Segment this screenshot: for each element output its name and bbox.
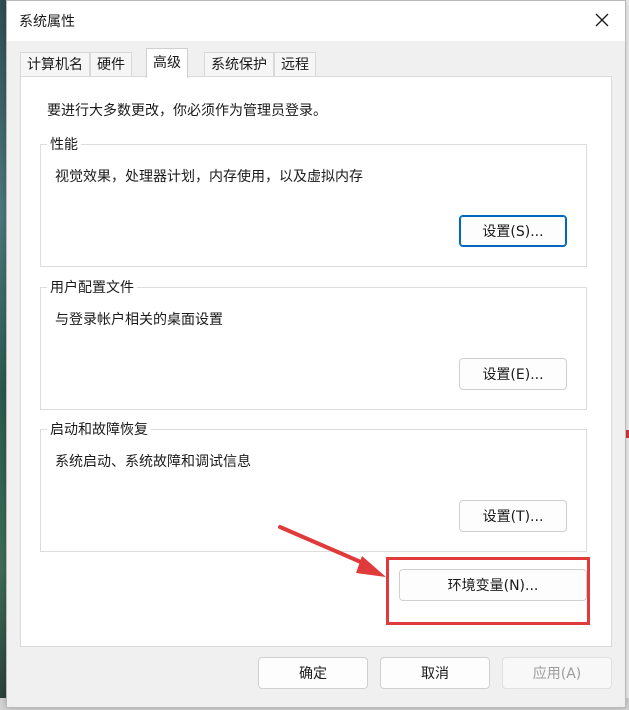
close-icon [595, 13, 609, 27]
ok-button[interactable]: 确定 [258, 657, 368, 689]
cancel-button[interactable]: 取消 [380, 657, 490, 689]
performance-description: 视觉效果，处理器计划，内存使用，以及虚拟内存 [55, 169, 363, 185]
performance-group-label: 性能 [47, 134, 81, 154]
user-profiles-group: 用户配置文件 与登录帐户相关的桌面设置 设置(E)... [40, 277, 587, 410]
tab-computer-name[interactable]: 计算机名 [20, 52, 90, 77]
startup-recovery-description: 系统启动、系统故障和调试信息 [55, 454, 251, 470]
user-profiles-description: 与登录帐户相关的桌面设置 [55, 312, 223, 328]
close-button[interactable] [579, 1, 625, 39]
window-title: 系统属性 [19, 14, 75, 30]
user-profiles-settings-button[interactable]: 设置(E)... [459, 358, 567, 390]
startup-recovery-group: 启动和故障恢复 系统启动、系统故障和调试信息 设置(T)... [40, 419, 587, 552]
startup-recovery-group-label: 启动和故障恢复 [47, 419, 151, 439]
admin-notice: 要进行大多数更改，你必须作为管理员登录。 [47, 103, 327, 119]
startup-recovery-settings-button[interactable]: 设置(T)... [459, 500, 567, 532]
tab-hardware[interactable]: 硬件 [90, 52, 132, 77]
title-bar: 系统属性 [7, 1, 625, 41]
tab-system-protection[interactable]: 系统保护 [204, 52, 274, 77]
apply-button[interactable]: 应用(A) [502, 657, 612, 689]
user-profiles-group-label: 用户配置文件 [47, 277, 137, 297]
tab-advanced[interactable]: 高级 [146, 48, 188, 78]
performance-settings-button[interactable]: 设置(S)... [459, 215, 567, 247]
performance-group: 性能 视觉效果，处理器计划，内存使用，以及虚拟内存 设置(S)... [40, 134, 587, 267]
annotation-highlight-box [386, 557, 590, 625]
tab-remote[interactable]: 远程 [274, 52, 316, 77]
